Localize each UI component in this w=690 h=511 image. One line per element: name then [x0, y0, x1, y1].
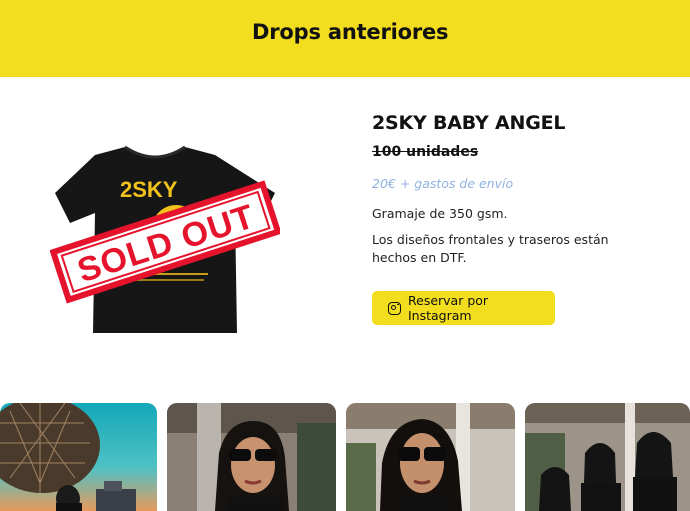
reserve-button-label: Reservar por Instagram: [408, 293, 489, 323]
instagram-icon: [388, 301, 401, 315]
product-description: Los diseños frontales y traseros están h…: [372, 232, 609, 265]
product-image: 2SKY SOLD OUT: [49, 145, 282, 340]
reserve-instagram-button[interactable]: Reservar por Instagram: [372, 291, 555, 325]
photo-gallery: [0, 403, 690, 511]
gallery-photo-4[interactable]: [525, 403, 690, 511]
product-price: 20€ + gastos de envío: [372, 176, 514, 191]
product-info: 2SKY BABY ANGEL 100 unidades 20€ + gasto…: [372, 112, 662, 267]
tshirt-sold-out-illustration: 2SKY SOLD OUT: [49, 145, 282, 333]
gallery-photo-3[interactable]: [346, 403, 515, 511]
header-banner: Drops anteriores: [0, 0, 690, 77]
product-quantity: 100 unidades: [372, 144, 479, 160]
gallery-photo-2[interactable]: [167, 403, 336, 511]
shirt-print-text: 2SKY: [120, 177, 178, 202]
product-title: 2SKY BABY ANGEL: [372, 112, 566, 134]
product-weight: Gramaje de 350 gsm.: [372, 206, 508, 221]
page-title: Drops anteriores: [252, 20, 449, 44]
gallery-photo-1[interactable]: [0, 403, 157, 511]
